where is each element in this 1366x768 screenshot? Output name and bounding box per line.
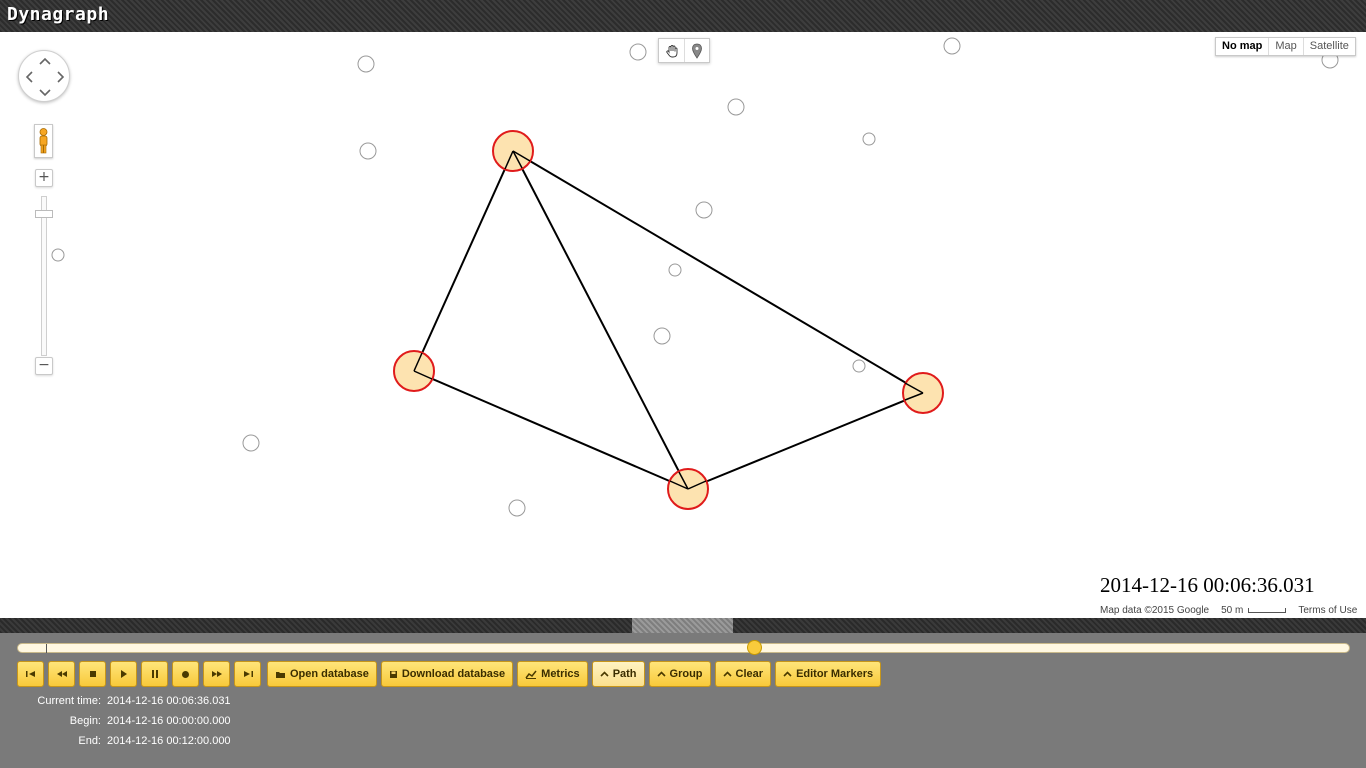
graph-node-faded[interactable]: [695, 201, 713, 219]
playback-panel: Open database Download database Metrics …: [0, 633, 1366, 768]
graph-node-faded[interactable]: [852, 359, 866, 373]
stop-icon: [89, 671, 96, 677]
end-time-value: 2014-12-16 00:12:00.000: [107, 735, 231, 747]
step-forward-icon: [211, 671, 222, 677]
graph-node-faded[interactable]: [943, 37, 961, 55]
editor-markers-label: Editor Markers: [796, 668, 874, 680]
graph-node-faded[interactable]: [862, 132, 876, 146]
step-back-icon: [56, 671, 67, 677]
group-button[interactable]: Group: [648, 661, 711, 687]
scale-bar: [1248, 607, 1287, 613]
metrics-label: Metrics: [541, 668, 580, 680]
zoom-slider-knob[interactable]: [35, 210, 53, 218]
hand-glyph: [665, 44, 677, 57]
pegman-figure-icon: [39, 128, 48, 154]
map-type-satellite[interactable]: Satellite: [1302, 38, 1355, 55]
step-forward-button[interactable]: [203, 661, 230, 687]
editor-markers-button[interactable]: Editor Markers: [775, 661, 882, 687]
skip-to-start-icon: [25, 671, 35, 677]
marker-glyph: [692, 43, 702, 59]
graph-edge[interactable]: [413, 370, 689, 490]
graph-node-faded[interactable]: [357, 55, 375, 73]
graph-node-faded[interactable]: [727, 98, 745, 116]
app-title: Dynagraph: [7, 4, 110, 25]
graph-node-faded[interactable]: [242, 434, 260, 452]
graph-node-faded[interactable]: [51, 248, 65, 262]
play-button[interactable]: [110, 661, 137, 687]
folder-icon: [276, 671, 285, 678]
begin-time-value: 2014-12-16 00:00:00.000: [107, 715, 231, 727]
clear-label: Clear: [735, 668, 764, 680]
terms-of-use-link[interactable]: Terms of Use: [1298, 605, 1357, 616]
chevron-up-icon: [783, 671, 792, 677]
current-time-value: 2014-12-16 00:06:36.031: [107, 695, 231, 707]
playback-controls: Open database Download database Metrics …: [17, 661, 882, 687]
graph-node-faded[interactable]: [629, 43, 647, 61]
chevron-up-icon: [600, 671, 609, 677]
graph-node-faded[interactable]: [668, 263, 682, 277]
skip-to-end-button[interactable]: [234, 661, 261, 687]
graph-faded-nodes: [51, 37, 1339, 517]
graph-edge[interactable]: [687, 392, 924, 490]
zoom-out-icon[interactable]: −: [35, 357, 53, 375]
download-database-label: Download database: [401, 668, 506, 680]
metrics-button[interactable]: Metrics: [517, 661, 588, 687]
marker-icon[interactable]: [684, 39, 709, 62]
current-time-label: Current time:: [37, 695, 101, 707]
app-header: Dynagraph: [0, 0, 1366, 32]
map-scale-label: 50 m: [1221, 605, 1244, 616]
chart-icon: [525, 670, 537, 679]
graph-node-faded[interactable]: [508, 499, 526, 517]
graph-map[interactable]: + − No map Map Satellite 2014-12-16 00:0…: [0, 32, 1366, 618]
map-attribution: Map data ©2015 Google 50 m Terms of Use: [1096, 603, 1362, 618]
graph-edge[interactable]: [512, 150, 924, 394]
record-icon: [182, 670, 189, 678]
zoom-in-icon[interactable]: +: [35, 169, 53, 187]
graph-canvas[interactable]: [0, 32, 1366, 618]
chevron-up-icon: [656, 671, 666, 677]
graph-node-faded[interactable]: [359, 142, 377, 160]
clear-button[interactable]: Clear: [714, 661, 772, 687]
map-type-control: No map Map Satellite: [1215, 37, 1356, 56]
graph-node-faded[interactable]: [653, 327, 671, 345]
disk-icon: [389, 670, 397, 678]
record-button[interactable]: [172, 661, 199, 687]
zoom-slider-track[interactable]: [41, 196, 47, 356]
group-label: Group: [669, 668, 703, 680]
open-database-button[interactable]: Open database: [267, 661, 377, 687]
step-back-button[interactable]: [48, 661, 75, 687]
pan-control-icon[interactable]: [18, 50, 70, 102]
time-slider-tick: [46, 644, 47, 653]
map-scale: 50 m: [1221, 605, 1287, 616]
map-type-map[interactable]: Map: [1268, 38, 1302, 55]
path-button[interactable]: Path: [591, 661, 645, 687]
begin-time-label: Begin:: [69, 715, 101, 727]
stop-button[interactable]: [79, 661, 106, 687]
time-slider[interactable]: [17, 643, 1350, 653]
pause-button[interactable]: [141, 661, 168, 687]
map-data-credit: Map data ©2015 Google: [1100, 605, 1210, 616]
pause-icon: [151, 670, 158, 678]
graph-edges: [413, 150, 924, 490]
skip-to-start-button[interactable]: [17, 661, 44, 687]
map-tools: [658, 38, 710, 63]
play-icon: [120, 670, 127, 678]
map-timestamp: 2014-12-16 00:06:36.031: [1100, 573, 1315, 597]
pan-arrows-icon: [25, 57, 65, 97]
pegman-icon[interactable]: [34, 124, 53, 158]
graph-edge[interactable]: [413, 150, 514, 372]
hand-icon[interactable]: [659, 39, 684, 62]
panel-resize-handle[interactable]: [632, 618, 733, 633]
download-database-button[interactable]: Download database: [380, 661, 514, 687]
map-type-no-map[interactable]: No map: [1216, 38, 1268, 55]
chevron-up-icon: [722, 671, 732, 677]
path-label: Path: [612, 668, 637, 680]
open-database-label: Open database: [290, 668, 369, 680]
end-time-label: End:: [78, 735, 101, 747]
skip-to-end-icon: [243, 671, 253, 677]
